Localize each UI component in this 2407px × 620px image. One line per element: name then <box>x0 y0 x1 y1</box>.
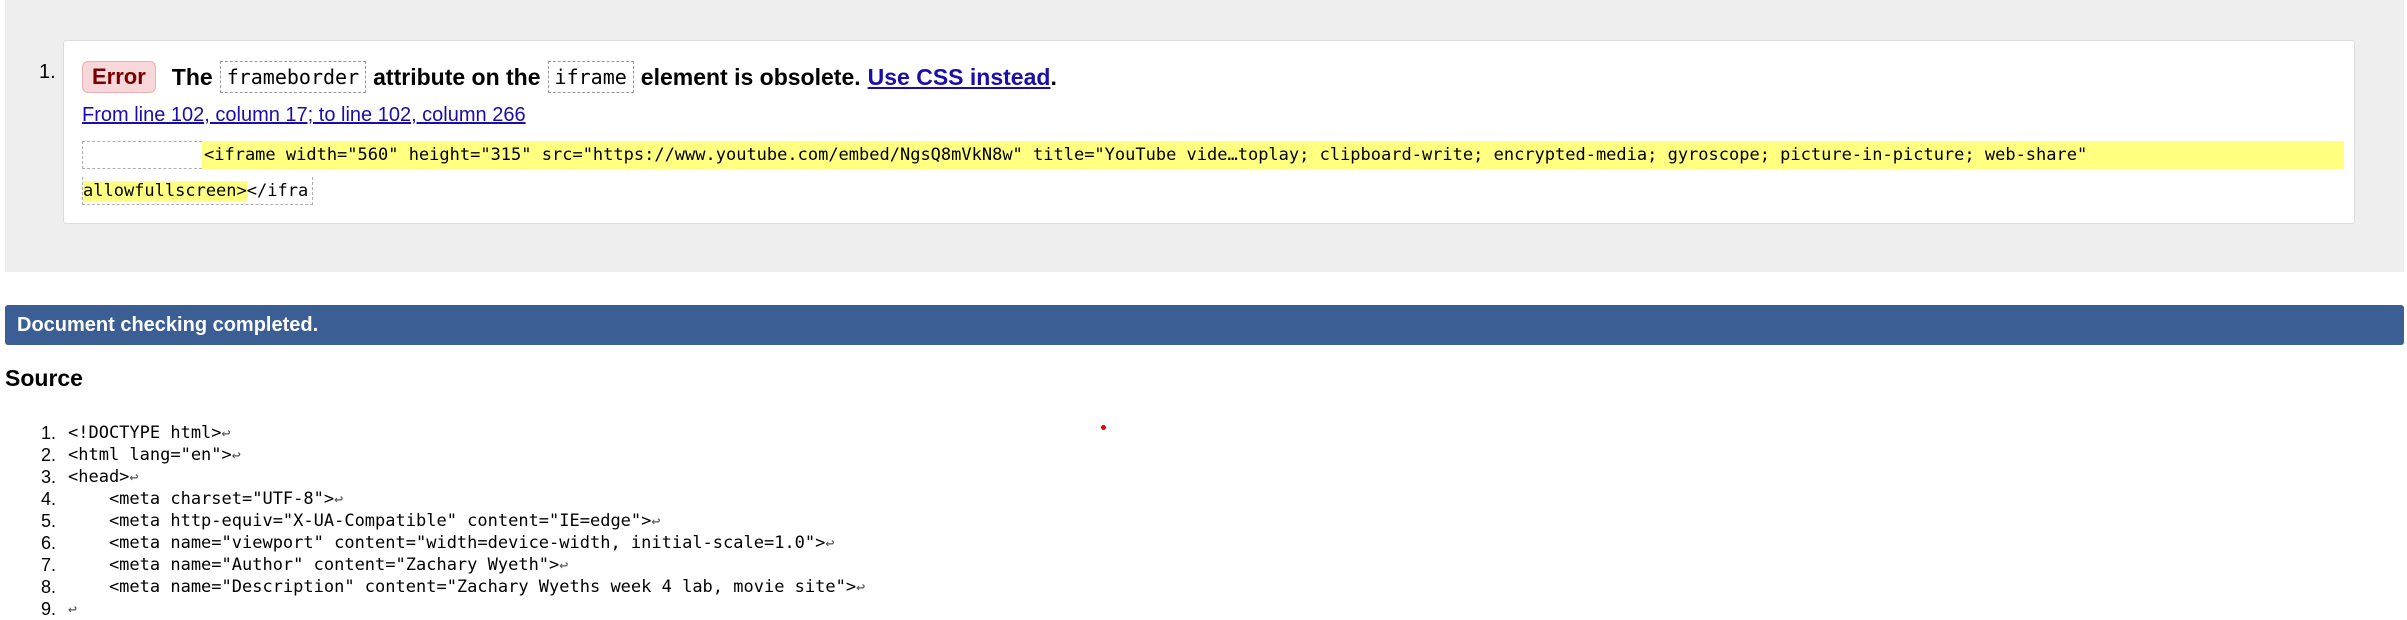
message-text-attribute-on: attribute on the <box>373 63 541 90</box>
source-line: 8. <meta name="Description" content="Zac… <box>20 576 865 598</box>
return-icon: ↩ <box>231 446 241 464</box>
line-number: 2. <box>40 445 56 465</box>
element-code: iframe <box>547 61 634 93</box>
source-line: 3. <head> ↩ <box>20 466 865 488</box>
source-listing: 1. <!DOCTYPE html> ↩ 2. <html lang="en"> ↩ 3. <… <box>20 422 865 620</box>
error-badge: Error <box>82 61 156 93</box>
message-text-the: The <box>171 63 213 90</box>
line-number: 9. <box>40 599 56 619</box>
line-code: <meta charset="UTF-8"> <box>68 489 335 509</box>
extract-indent <box>82 141 202 169</box>
return-icon: ↩ <box>334 490 344 508</box>
line-code: <meta name="Author" content="Zachary Wye… <box>68 555 560 575</box>
extract-highlight-line2: allowfullscreen> <box>83 181 247 201</box>
line-code: <html lang="en"> <box>68 445 232 465</box>
red-dot-marker <box>1101 425 1106 430</box>
return-icon: ↩ <box>129 468 139 486</box>
source-line: 6. <meta name="viewport" content="width=… <box>20 532 865 554</box>
line-number: 4. <box>40 489 56 509</box>
line-code: <head> <box>68 467 130 487</box>
use-css-link[interactable]: Use CSS instead <box>868 64 1051 91</box>
error-message-card: Error The frameborder attribute on the i… <box>63 40 2355 224</box>
return-icon: ↩ <box>221 424 231 442</box>
line-number: 5. <box>40 511 56 531</box>
line-code: <!DOCTYPE html> <box>68 423 222 443</box>
line-number: 8. <box>40 577 56 597</box>
line-number: 3. <box>40 467 56 487</box>
source-heading: Source <box>5 365 83 391</box>
extract-line2: allowfullscreen></ifra <box>82 177 314 205</box>
line-code: <meta name="viewport" content="width=dev… <box>68 533 826 553</box>
return-icon: ↩ <box>825 534 835 552</box>
error-message-text: Error The frameborder attribute on the i… <box>82 58 1057 96</box>
source-line: 7. <meta name="Author" content="Zachary … <box>20 554 865 576</box>
message-number: 1. <box>39 61 56 83</box>
code-extract: <iframe width="560" height="315" src="ht… <box>82 137 2344 209</box>
attribute-code: frameborder <box>219 61 367 93</box>
line-number: 7. <box>40 555 56 575</box>
return-icon: ↩ <box>559 556 569 574</box>
message-period: . <box>1050 63 1057 90</box>
return-icon: ↩ <box>651 512 661 530</box>
source-line: 9. ↩ <box>20 598 865 620</box>
source-line: 4. <meta charset="UTF-8"> ↩ <box>20 488 865 510</box>
validation-results-panel: 1. Error The frameborder attribute on th… <box>5 0 2404 272</box>
source-line: 1. <!DOCTYPE html> ↩ <box>20 422 865 444</box>
line-code: <meta name="Description" content="Zachar… <box>68 577 857 597</box>
extract-rest: </ifra <box>246 181 309 201</box>
extract-highlight-line1: <iframe width="560" height="315" src="ht… <box>202 141 2344 169</box>
status-bar: Document checking completed. <box>5 305 2404 345</box>
return-icon: ↩ <box>68 600 78 618</box>
line-number: 1. <box>40 423 56 443</box>
line-number: 6. <box>40 533 56 553</box>
source-line: 2. <html lang="en"> ↩ <box>20 444 865 466</box>
line-code: <meta http-equiv="X-UA-Compatible" conte… <box>68 511 652 531</box>
return-icon: ↩ <box>856 578 866 596</box>
source-line: 5. <meta http-equiv="X-UA-Compatible" co… <box>20 510 865 532</box>
location-link[interactable]: From line 102, column 17; to line 102, c… <box>82 104 526 127</box>
message-text-obsolete: element is obsolete. <box>640 63 861 90</box>
